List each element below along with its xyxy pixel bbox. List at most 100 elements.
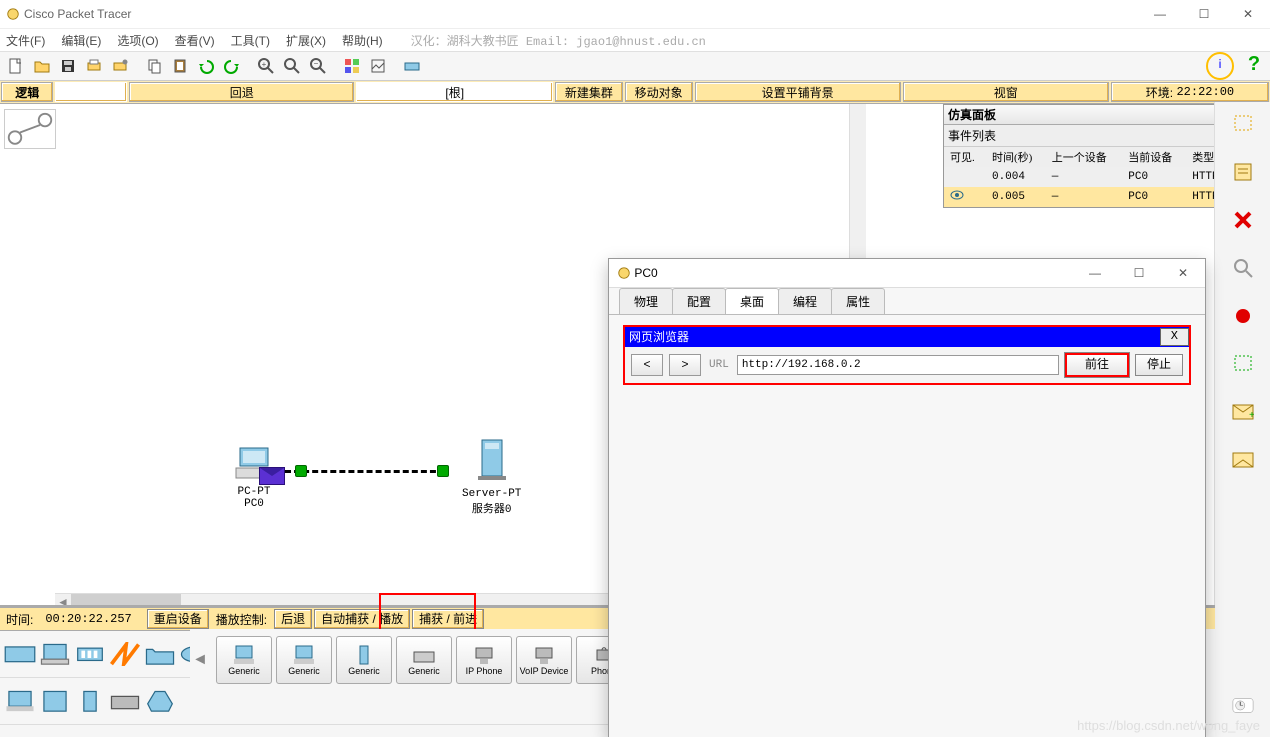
logic-mode-label[interactable]: 逻辑 (1, 82, 53, 102)
print-icon[interactable] (82, 54, 106, 78)
new-cluster-button[interactable]: 新建集群 (555, 82, 623, 102)
server-label-1: Server-PT (462, 488, 521, 500)
palette-icon[interactable] (340, 54, 364, 78)
pc0-titlebar[interactable]: PC0 — ☐ ✕ (609, 259, 1205, 288)
pc0-minimize-button[interactable]: — (1073, 259, 1117, 287)
sub-3-icon[interactable] (74, 687, 106, 715)
col-visible[interactable]: 可见. (944, 147, 986, 167)
pdu-envelope-icon[interactable] (259, 467, 285, 485)
environment-label: 环境: (1146, 84, 1173, 101)
set-background-button[interactable]: 设置平铺背景 (695, 82, 901, 102)
paste-icon[interactable] (168, 54, 192, 78)
cat-components-icon[interactable] (74, 640, 106, 668)
minimize-button[interactable]: — (1138, 0, 1182, 28)
redo-icon[interactable] (220, 54, 244, 78)
device-slot[interactable]: IP Phone (456, 636, 512, 684)
menu-help[interactable]: 帮助(H) (342, 32, 383, 49)
settings-icon[interactable] (108, 54, 132, 78)
device-slot[interactable]: VoIP Device (516, 636, 572, 684)
open-file-icon[interactable] (30, 54, 54, 78)
logical-view-icon[interactable] (4, 109, 56, 149)
menu-extend[interactable]: 扩展(X) (286, 32, 326, 49)
stop-button[interactable]: 停止 (1135, 354, 1183, 376)
save-icon[interactable] (56, 54, 80, 78)
auto-capture-button[interactable]: 自动捕获 / 播放 (314, 609, 410, 629)
cat-misc-icon[interactable] (144, 640, 176, 668)
menu-options[interactable]: 选项(O) (117, 32, 158, 49)
zoom-in-icon[interactable]: + (254, 54, 278, 78)
capture-forward-button[interactable]: 捕获 / 前进 (412, 609, 484, 629)
undo-icon[interactable] (194, 54, 218, 78)
simple-pdu-icon[interactable]: + (1229, 400, 1257, 424)
browser-close-button[interactable]: X (1160, 328, 1189, 346)
sub-4-icon[interactable] (109, 687, 141, 715)
viewport-button[interactable]: 视窗 (903, 82, 1109, 102)
complex-pdu-icon[interactable] (1229, 448, 1257, 472)
pc0-maximize-button[interactable]: ☐ (1117, 259, 1161, 287)
col-cur[interactable]: 当前设备 (1122, 147, 1186, 167)
cat-connections-icon[interactable] (109, 640, 141, 668)
environment-time: 22:22:00 (1176, 85, 1234, 99)
yb-spacer-1 (55, 82, 127, 102)
zoom-reset-icon[interactable] (280, 54, 304, 78)
tab-desktop[interactable]: 桌面 (725, 288, 779, 314)
sub-1-icon[interactable] (4, 687, 36, 715)
sim-title: 仿真面板 (948, 106, 996, 123)
menu-file[interactable]: 文件(F) (6, 32, 45, 49)
back-step-button[interactable]: 后退 (274, 609, 312, 629)
col-time[interactable]: 时间(秒) (986, 147, 1046, 167)
browser-nav-row: < > URL 前往 停止 (625, 347, 1189, 383)
info-button[interactable]: i (1206, 52, 1234, 80)
pc0-window[interactable]: PC0 — ☐ ✕ 物理 配置 桌面 编程 属性 网页浏览器 X < > URL… (608, 258, 1206, 737)
browser-forward-button[interactable]: > (669, 354, 701, 376)
menu-tools[interactable]: 工具(T) (231, 32, 270, 49)
tab-programming[interactable]: 编程 (778, 288, 832, 314)
drawing-icon[interactable] (366, 54, 390, 78)
back-button[interactable]: 回退 (129, 82, 354, 102)
delete-tool-icon[interactable] (1229, 208, 1257, 232)
device-server0[interactable]: Server-PT 服务器0 (462, 436, 521, 516)
zoom-out-icon[interactable]: − (306, 54, 330, 78)
right-toolbar: + (1214, 102, 1270, 737)
col-prev[interactable]: 上一个设备 (1046, 147, 1123, 167)
realtime-sim-toggle-icon[interactable] (1219, 681, 1267, 729)
reset-devices-button[interactable]: 重启设备 (147, 609, 209, 629)
tab-config[interactable]: 配置 (672, 288, 726, 314)
cat-network-devices-icon[interactable] (4, 640, 36, 668)
cat-end-devices-icon[interactable] (39, 640, 71, 668)
note-tool-icon[interactable] (1229, 160, 1257, 184)
connection-cable[interactable] (285, 470, 445, 475)
resize-tool-icon[interactable] (1229, 304, 1257, 328)
close-button[interactable]: ✕ (1226, 0, 1270, 28)
browser-back-button[interactable]: < (631, 354, 663, 376)
tab-physical[interactable]: 物理 (619, 288, 673, 314)
move-object-button[interactable]: 移动对象 (625, 82, 693, 102)
tab-attributes[interactable]: 属性 (831, 288, 885, 314)
menu-edit[interactable]: 编辑(E) (61, 32, 101, 49)
menu-view[interactable]: 查看(V) (175, 32, 215, 49)
drawline-tool-icon[interactable] (1229, 352, 1257, 376)
go-button[interactable]: 前往 (1065, 353, 1129, 377)
device-slot[interactable]: Generic (396, 636, 452, 684)
pc0-close-button[interactable]: ✕ (1161, 259, 1205, 287)
maximize-button[interactable]: ☐ (1182, 0, 1226, 28)
browser-titlebar[interactable]: 网页浏览器 X (625, 327, 1189, 347)
device-slot[interactable]: Generic (336, 636, 392, 684)
url-input[interactable] (737, 355, 1059, 375)
inspect-tool-icon[interactable] (1229, 256, 1257, 280)
custom-device-icon[interactable] (400, 54, 424, 78)
sub-5-icon[interactable] (144, 687, 176, 715)
new-file-icon[interactable] (4, 54, 28, 78)
device-slot[interactable]: Generic (276, 636, 332, 684)
device-slot[interactable]: Generic (216, 636, 272, 684)
credit-text: 汉化：湖科大教书匠 Email: jgao1@hnust.edu.cn (411, 32, 706, 49)
environment-cell[interactable]: 环境: 22:22:00 (1111, 82, 1269, 102)
app-title: Cisco Packet Tracer (24, 0, 131, 28)
copy-icon[interactable] (142, 54, 166, 78)
server-icon (470, 436, 514, 484)
select-tool-icon[interactable] (1229, 112, 1257, 136)
window-controls: — ☐ ✕ (1138, 0, 1270, 28)
help-button[interactable]: ? (1242, 54, 1266, 78)
sub-2-icon[interactable] (39, 687, 71, 715)
device-list-prev-icon[interactable]: ◄ (190, 651, 210, 669)
